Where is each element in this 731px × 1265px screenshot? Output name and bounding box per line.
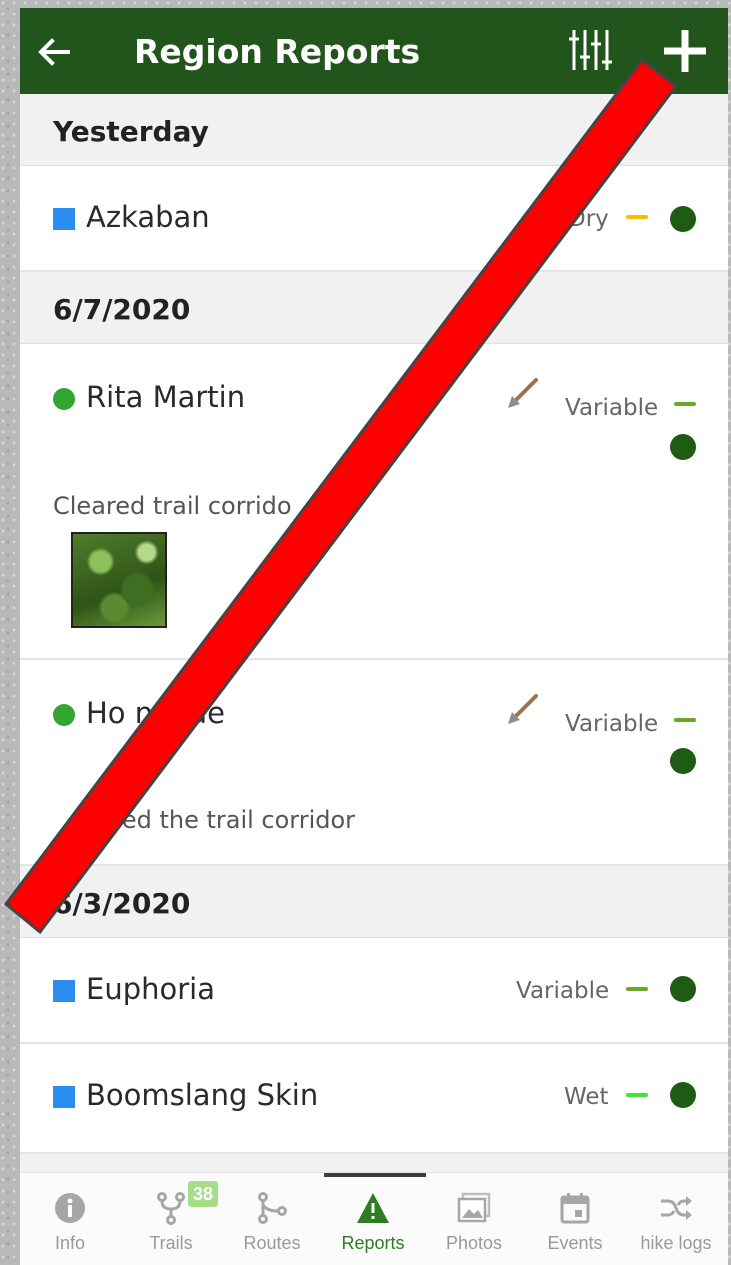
plus-icon[interactable] — [660, 26, 710, 76]
report-name: Azkaban — [86, 200, 210, 234]
phone-screen: Region Reports Yesterday Azkaban Dry 6/7… — [20, 8, 728, 1265]
trails-icon — [157, 1192, 185, 1225]
report-name: Ho neade — [86, 696, 226, 730]
list-item[interactable]: Azkaban Dry — [20, 166, 728, 272]
condition-label: Variable — [565, 711, 659, 737]
trail-icon — [53, 208, 75, 230]
info-icon — [55, 1193, 85, 1223]
tab-photos[interactable]: Photos — [424, 1173, 524, 1265]
app-bar: Region Reports — [20, 8, 728, 94]
condition-dash — [674, 718, 696, 722]
section-header-6-3-2020: 6/3/2020 — [20, 866, 728, 938]
trails-count-badge: 38 — [188, 1181, 219, 1207]
condition-dash — [674, 402, 696, 406]
shovel-icon — [508, 694, 538, 724]
tab-reports[interactable]: Reports — [323, 1173, 423, 1265]
condition-dash — [626, 1093, 648, 1097]
list-item[interactable]: Euphoria Variable — [20, 938, 728, 1044]
report-photo-thumbnail[interactable] — [71, 532, 167, 628]
tab-events[interactable]: Events — [525, 1173, 625, 1265]
tab-info[interactable]: Info — [20, 1173, 120, 1265]
section-header-6-7-2020: 6/7/2020 — [20, 272, 728, 344]
section-date: Yesterday — [53, 115, 209, 148]
section-date: 6/7/2020 — [53, 293, 191, 326]
arrow-left-icon[interactable] — [34, 32, 74, 72]
condition-label: Dry — [568, 206, 609, 232]
tab-hike-logs[interactable]: hike logs — [626, 1173, 726, 1265]
tab-label: Info — [54, 1233, 86, 1253]
list-item[interactable]: Ho neade Variable eared the trail corrid… — [20, 660, 728, 866]
section-header-yesterday: Yesterday — [20, 94, 728, 166]
shuffle-icon — [661, 1196, 692, 1220]
report-description: Cleared trail corrido — [53, 492, 292, 520]
tab-label: Trails — [149, 1233, 193, 1253]
section-header-partial — [20, 1154, 728, 1174]
condition-label: Variable — [565, 395, 659, 421]
report-description: eared the trail corridor — [83, 806, 356, 834]
trail-icon — [53, 1086, 75, 1108]
condition-dash — [626, 215, 648, 219]
report-name: Boomslang Skin — [86, 1078, 319, 1112]
routes-icon — [258, 1192, 287, 1224]
calendar-icon — [560, 1193, 590, 1224]
user-icon — [53, 388, 75, 410]
bottom-navigation: Info Trails 38 Routes Reports Photos Eve… — [20, 1172, 728, 1265]
tab-label: Routes — [243, 1233, 301, 1253]
section-date: 6/3/2020 — [53, 887, 191, 920]
trail-icon — [53, 980, 75, 1002]
condition-label: Variable — [516, 978, 610, 1004]
photos-icon — [457, 1192, 491, 1223]
status-dot — [670, 206, 696, 232]
tab-label: hike logs — [640, 1233, 712, 1253]
shovel-icon — [508, 378, 538, 408]
user-icon — [53, 704, 75, 726]
condition-dash — [626, 987, 648, 991]
tab-label: Events — [547, 1233, 603, 1253]
tab-label: Reports — [341, 1233, 405, 1253]
status-dot — [670, 1082, 696, 1108]
list-item[interactable]: Boomslang Skin Wet — [20, 1044, 728, 1154]
sliders-icon[interactable] — [568, 24, 612, 76]
page-title: Region Reports — [134, 32, 421, 71]
status-dot — [670, 976, 696, 1002]
report-name: Euphoria — [86, 972, 215, 1006]
status-dot — [670, 748, 696, 774]
warning-triangle-icon — [357, 1193, 389, 1223]
tab-routes[interactable]: Routes — [222, 1173, 322, 1265]
tab-label: Photos — [445, 1233, 503, 1253]
status-dot — [670, 434, 696, 460]
condition-label: Wet — [564, 1084, 609, 1110]
report-name: Rita Martin — [86, 380, 246, 414]
